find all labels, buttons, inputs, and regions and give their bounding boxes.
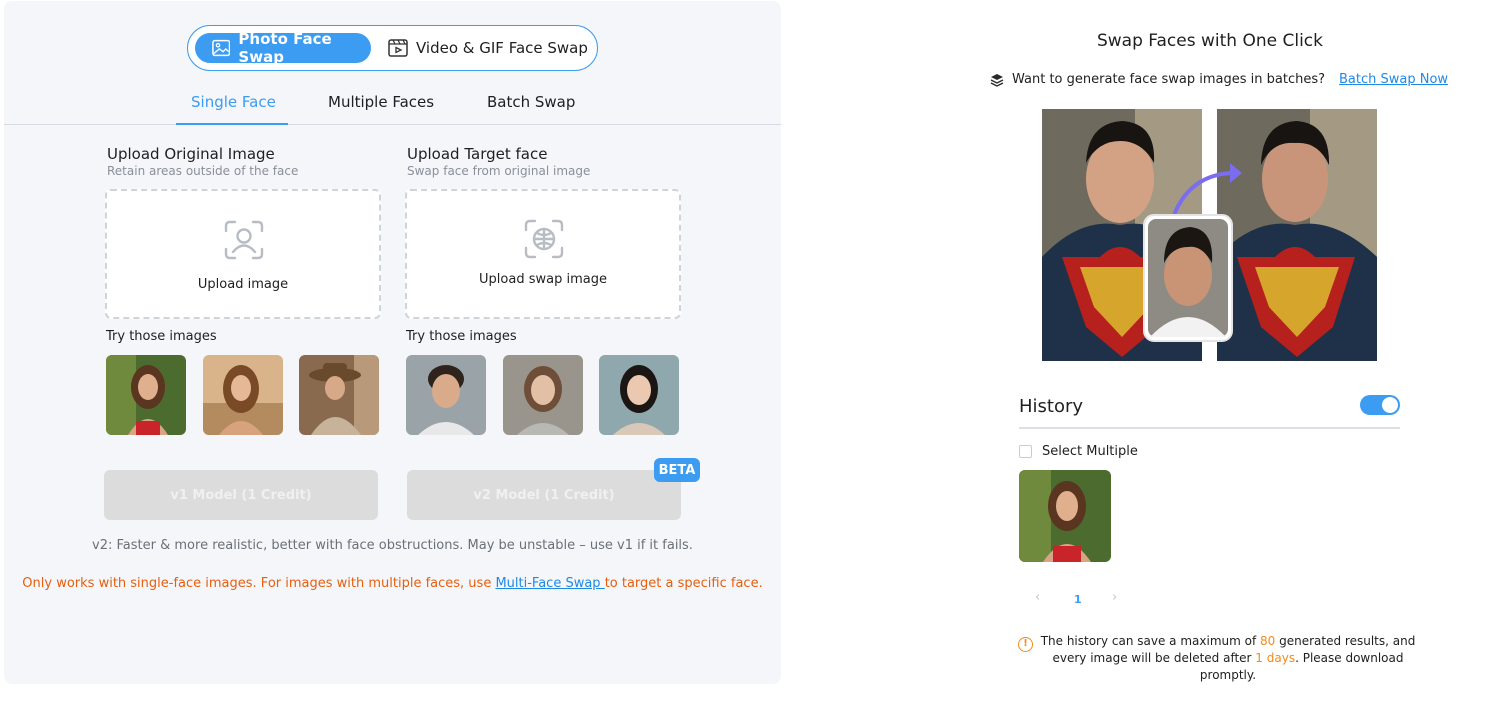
video-gif-face-swap-button[interactable]: Video & GIF Face Swap — [386, 33, 591, 63]
tab-single-face[interactable]: Single Face — [191, 93, 276, 111]
beta-badge: BETA — [654, 458, 700, 482]
upload-original-title: Upload Original Image — [107, 145, 275, 163]
layers-icon — [990, 73, 1004, 87]
sample-target-2[interactable] — [503, 355, 583, 435]
sample-original-1[interactable] — [106, 355, 186, 435]
pagination-next[interactable]: › — [1112, 590, 1117, 605]
select-multiple[interactable]: Select Multiple — [1019, 444, 1138, 459]
upload-original-subtitle: Retain areas outside of the face — [107, 164, 299, 178]
single-face-warning: Only works with single-face images. For … — [4, 576, 781, 591]
batch-question: Want to generate face swap images in bat… — [1012, 72, 1325, 87]
v2-model-note: v2: Faster & more realistic, better with… — [92, 538, 693, 553]
video-icon — [388, 39, 408, 57]
upload-target-subtitle: Swap face from original image — [407, 164, 591, 178]
tab-batch-swap[interactable]: Batch Swap — [487, 93, 575, 111]
face-swap-demo-image — [1042, 109, 1377, 361]
photo-face-swap-label: Photo Face Swap — [238, 30, 332, 66]
warning-suffix: to target a specific face. — [604, 576, 763, 591]
info-icon: ! — [1018, 637, 1033, 652]
retention-part-1: The history can save a maximum of — [1040, 634, 1261, 648]
upload-original-dropzone[interactable]: Upload image — [105, 189, 381, 319]
history-item[interactable] — [1019, 470, 1111, 562]
face-target-icon — [524, 219, 564, 259]
pagination-page-1[interactable]: 1 — [1074, 593, 1082, 606]
sample-original-3[interactable] — [299, 355, 379, 435]
warning-prefix: Only works with single-face images. For … — [22, 576, 496, 591]
toggle-knob — [1382, 397, 1398, 413]
retention-text: The history can save a maximum of 80 gen… — [1038, 633, 1418, 684]
history-toggle[interactable] — [1360, 395, 1400, 415]
upload-target-title: Upload Target face — [407, 145, 548, 163]
history-retention-notice: ! The history can save a maximum of 80 g… — [1018, 633, 1418, 684]
image-icon — [212, 39, 231, 57]
sample-original-2[interactable] — [203, 355, 283, 435]
max-count: 80 — [1260, 634, 1276, 648]
batch-promo: Want to generate face swap images in bat… — [990, 72, 1448, 87]
mode-switch: Photo Face Swap Video & GIF Face Swap — [187, 25, 598, 71]
v2-model-button[interactable]: v2 Model (1 Credit) — [407, 470, 681, 520]
upload-swap-image-label: Upload swap image — [479, 272, 607, 287]
face-swap-panel: Photo Face Swap Video & GIF Face Swap Si… — [4, 1, 781, 684]
active-tab-indicator — [176, 123, 288, 125]
history-divider — [1019, 427, 1400, 429]
video-gif-face-swap-label: Video & GIF Face Swap — [416, 39, 588, 57]
upload-image-label: Upload image — [197, 277, 289, 292]
select-multiple-checkbox[interactable] — [1019, 445, 1032, 458]
retention-days: 1 days — [1255, 651, 1296, 665]
try-original-label: Try those images — [106, 329, 217, 344]
face-scan-icon — [224, 220, 264, 260]
photo-face-swap-button[interactable]: Photo Face Swap — [195, 30, 371, 66]
try-target-label: Try those images — [406, 329, 517, 344]
v1-model-button[interactable]: v1 Model (1 Credit) — [104, 470, 378, 520]
sample-target-1[interactable] — [406, 355, 486, 435]
tab-multiple-faces[interactable]: Multiple Faces — [328, 93, 434, 111]
upload-target-dropzone[interactable]: Upload swap image — [405, 189, 681, 319]
history-title: History — [1019, 396, 1084, 417]
promo-title: Swap Faces with One Click — [1096, 31, 1323, 51]
multi-face-swap-link[interactable]: Multi-Face Swap — [495, 576, 604, 591]
pagination-prev[interactable]: ‹ — [1035, 590, 1040, 605]
swap-tabs: Single Face Multiple Faces Batch Swap — [4, 85, 781, 125]
sample-target-3[interactable] — [599, 355, 679, 435]
select-multiple-label: Select Multiple — [1042, 444, 1138, 459]
batch-swap-now-link[interactable]: Batch Swap Now — [1339, 72, 1448, 87]
